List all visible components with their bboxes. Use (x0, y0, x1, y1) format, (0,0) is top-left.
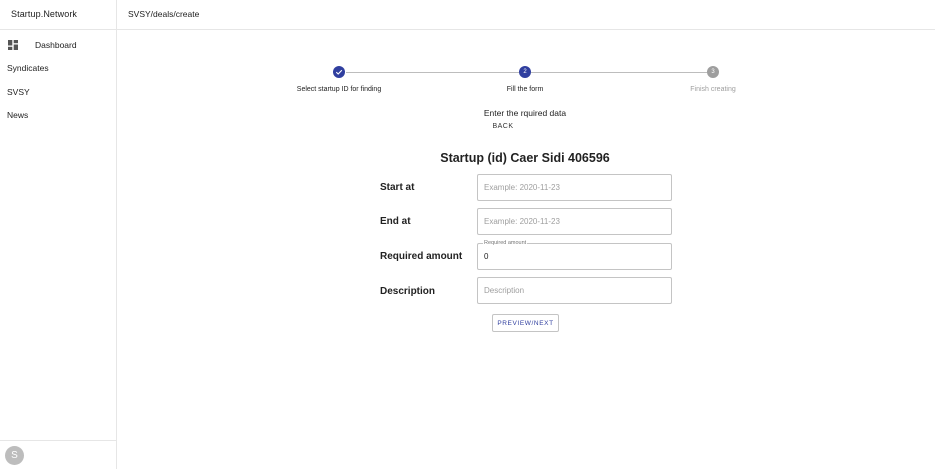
step-1-label: Select startup ID for finding (296, 86, 382, 93)
sidebar-item-svsy[interactable]: SVSY (0, 82, 116, 102)
stepper: 2 3 Select startup ID for finding Fill t… (270, 66, 765, 96)
sidebar-item-dashboard[interactable]: Dashboard (0, 35, 116, 55)
description-input[interactable] (478, 278, 671, 303)
step-connector (531, 71, 707, 73)
form-subtitle: Enter the rquired data (483, 108, 567, 118)
description-field-wrapper (477, 277, 672, 304)
breadcrumb: SVSY/deals/create (128, 9, 200, 19)
avatar[interactable]: S (5, 446, 24, 465)
step-3-label: Finish creating (690, 86, 736, 93)
end-at-label: End at (380, 216, 411, 227)
step-2-marker: 2 (519, 66, 531, 78)
start-at-field-wrapper (477, 174, 672, 201)
check-icon (335, 69, 343, 75)
step-3-marker: 3 (707, 66, 719, 78)
dashboard-icon (8, 40, 18, 50)
page-title: Startup (id) Caer Sidi 406596 (440, 151, 610, 165)
step-connector (346, 71, 519, 73)
start-at-label: Start at (380, 182, 415, 193)
required-amount-input[interactable] (478, 244, 671, 269)
required-amount-field-wrapper: Required amount (477, 240, 672, 270)
back-button[interactable]: BACK (488, 121, 518, 133)
end-at-input[interactable] (478, 209, 671, 234)
sidebar-divider (0, 29, 116, 30)
step-1-marker (333, 66, 345, 78)
description-label: Description (380, 286, 436, 297)
sidebar: Startup.Network Dashboard Syndicates SVS… (0, 0, 117, 469)
step-2-label: Fill the form (506, 86, 544, 93)
sidebar-item-label: Syndicates (7, 63, 49, 73)
start-at-input[interactable] (478, 175, 671, 200)
required-amount-label: Required amount (380, 251, 463, 262)
brand-logo[interactable]: Startup.Network (11, 9, 77, 19)
end-at-field-wrapper (477, 208, 672, 235)
preview-next-button[interactable]: PREVIEW/NEXT (492, 314, 559, 332)
sidebar-item-label: SVSY (7, 87, 30, 97)
sidebar-item-label: Dashboard (35, 40, 77, 50)
sidebar-divider (0, 440, 116, 441)
required-amount-floating-label: Required amount (483, 240, 528, 247)
sidebar-item-syndicates[interactable]: Syndicates (0, 58, 116, 78)
top-bar: SVSY/deals/create (117, 0, 935, 30)
